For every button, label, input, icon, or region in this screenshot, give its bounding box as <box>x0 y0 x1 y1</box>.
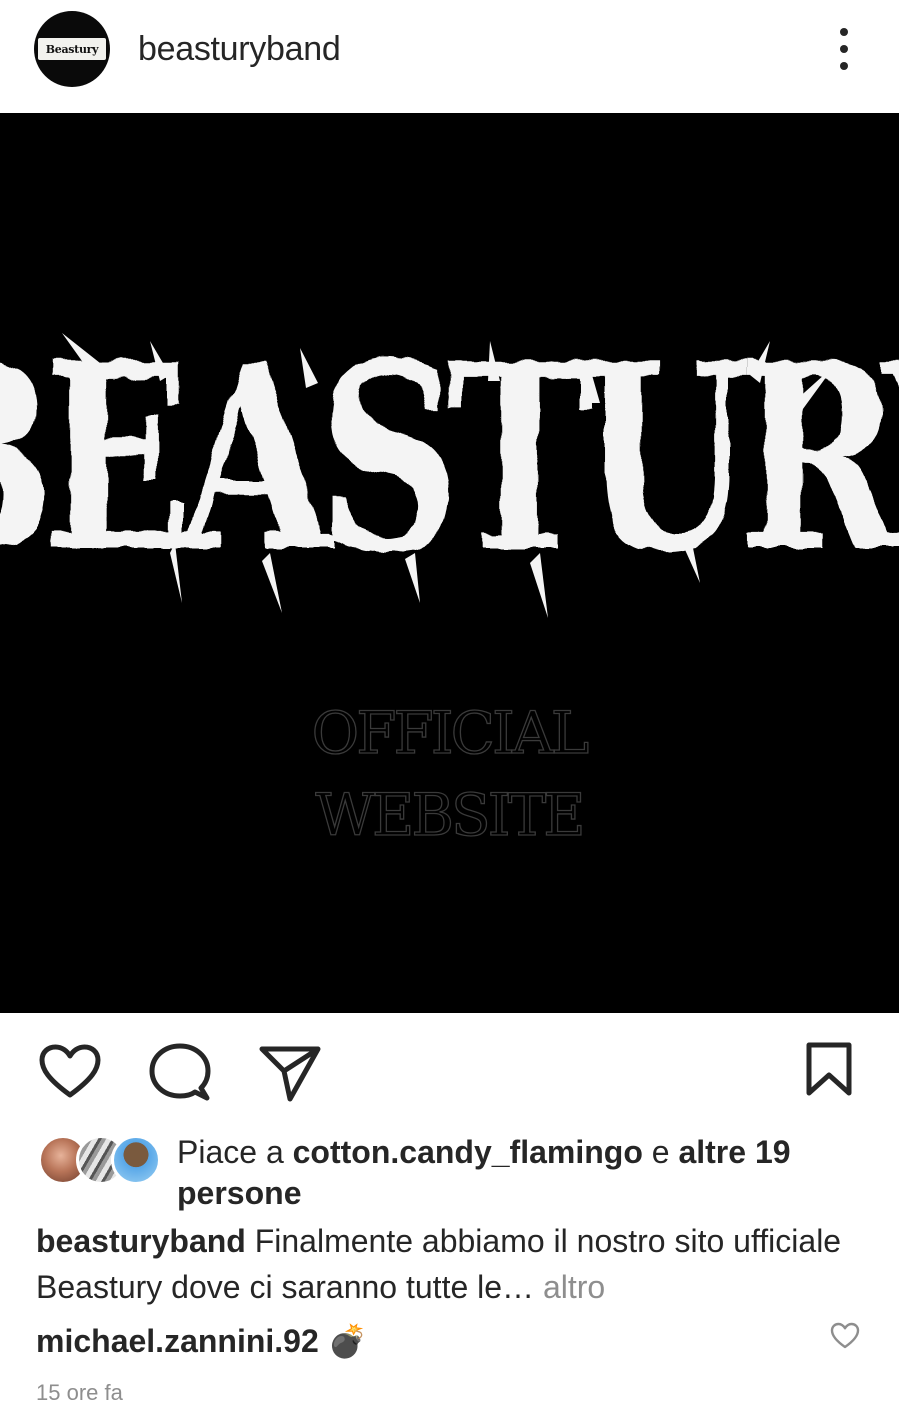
post-caption[interactable]: beasturyband Finalmente abbiamo il nostr… <box>36 1218 876 1310</box>
liker-username[interactable]: cotton.candy_flamingo <box>293 1134 643 1170</box>
more-dot-icon <box>840 62 848 70</box>
post-image-artwork: BEASTURY OFFICIAL WEBSITE <box>0 113 899 1013</box>
subtitle-line-1: OFFICIAL <box>312 699 589 767</box>
post-image[interactable]: BEASTURY OFFICIAL WEBSITE <box>0 113 899 1013</box>
paper-plane-icon[interactable] <box>258 1043 322 1103</box>
bookmark-icon[interactable] <box>804 1041 854 1097</box>
likes-row[interactable]: Piace a cotton.candy_flamingo e altre 19… <box>0 1125 899 1215</box>
comment-username[interactable]: michael.zannini.92 <box>36 1323 319 1359</box>
liker-avatar <box>111 1135 161 1185</box>
post-header: Beastury beasturyband <box>0 0 899 113</box>
post-action-bar <box>0 1013 899 1123</box>
likes-middle: e <box>642 1134 679 1170</box>
more-dot-icon <box>840 28 848 36</box>
comment-icon[interactable] <box>149 1043 211 1103</box>
more-dot-icon <box>840 45 848 53</box>
post-timestamp: 15 ore fa <box>36 1380 123 1405</box>
avatar-logo-text: Beastury <box>45 42 99 56</box>
subtitle-line-2: WEBSITE <box>315 781 582 849</box>
instagram-post: Beastury beasturyband EASTUR OFFICIAL WE… <box>0 0 899 1415</box>
heart-icon[interactable] <box>38 1043 102 1101</box>
caption-username[interactable]: beasturyband <box>36 1223 246 1259</box>
comment-text: 💣 <box>327 1323 368 1359</box>
profile-avatar[interactable]: Beastury <box>34 11 110 87</box>
comment-preview[interactable]: michael.zannini.92 💣 <box>36 1318 816 1364</box>
logo-text: BEASTURY <box>0 307 899 609</box>
more-options-button[interactable] <box>824 24 864 74</box>
likes-prefix: Piace a <box>177 1134 293 1170</box>
likes-text: Piace a cotton.candy_flamingo e altre 19… <box>177 1132 877 1214</box>
comment-heart-icon[interactable] <box>830 1322 860 1350</box>
caption-more-link[interactable]: altro <box>543 1269 605 1305</box>
avatar-logo-plate: Beastury <box>38 38 106 60</box>
post-username[interactable]: beasturyband <box>138 30 341 69</box>
